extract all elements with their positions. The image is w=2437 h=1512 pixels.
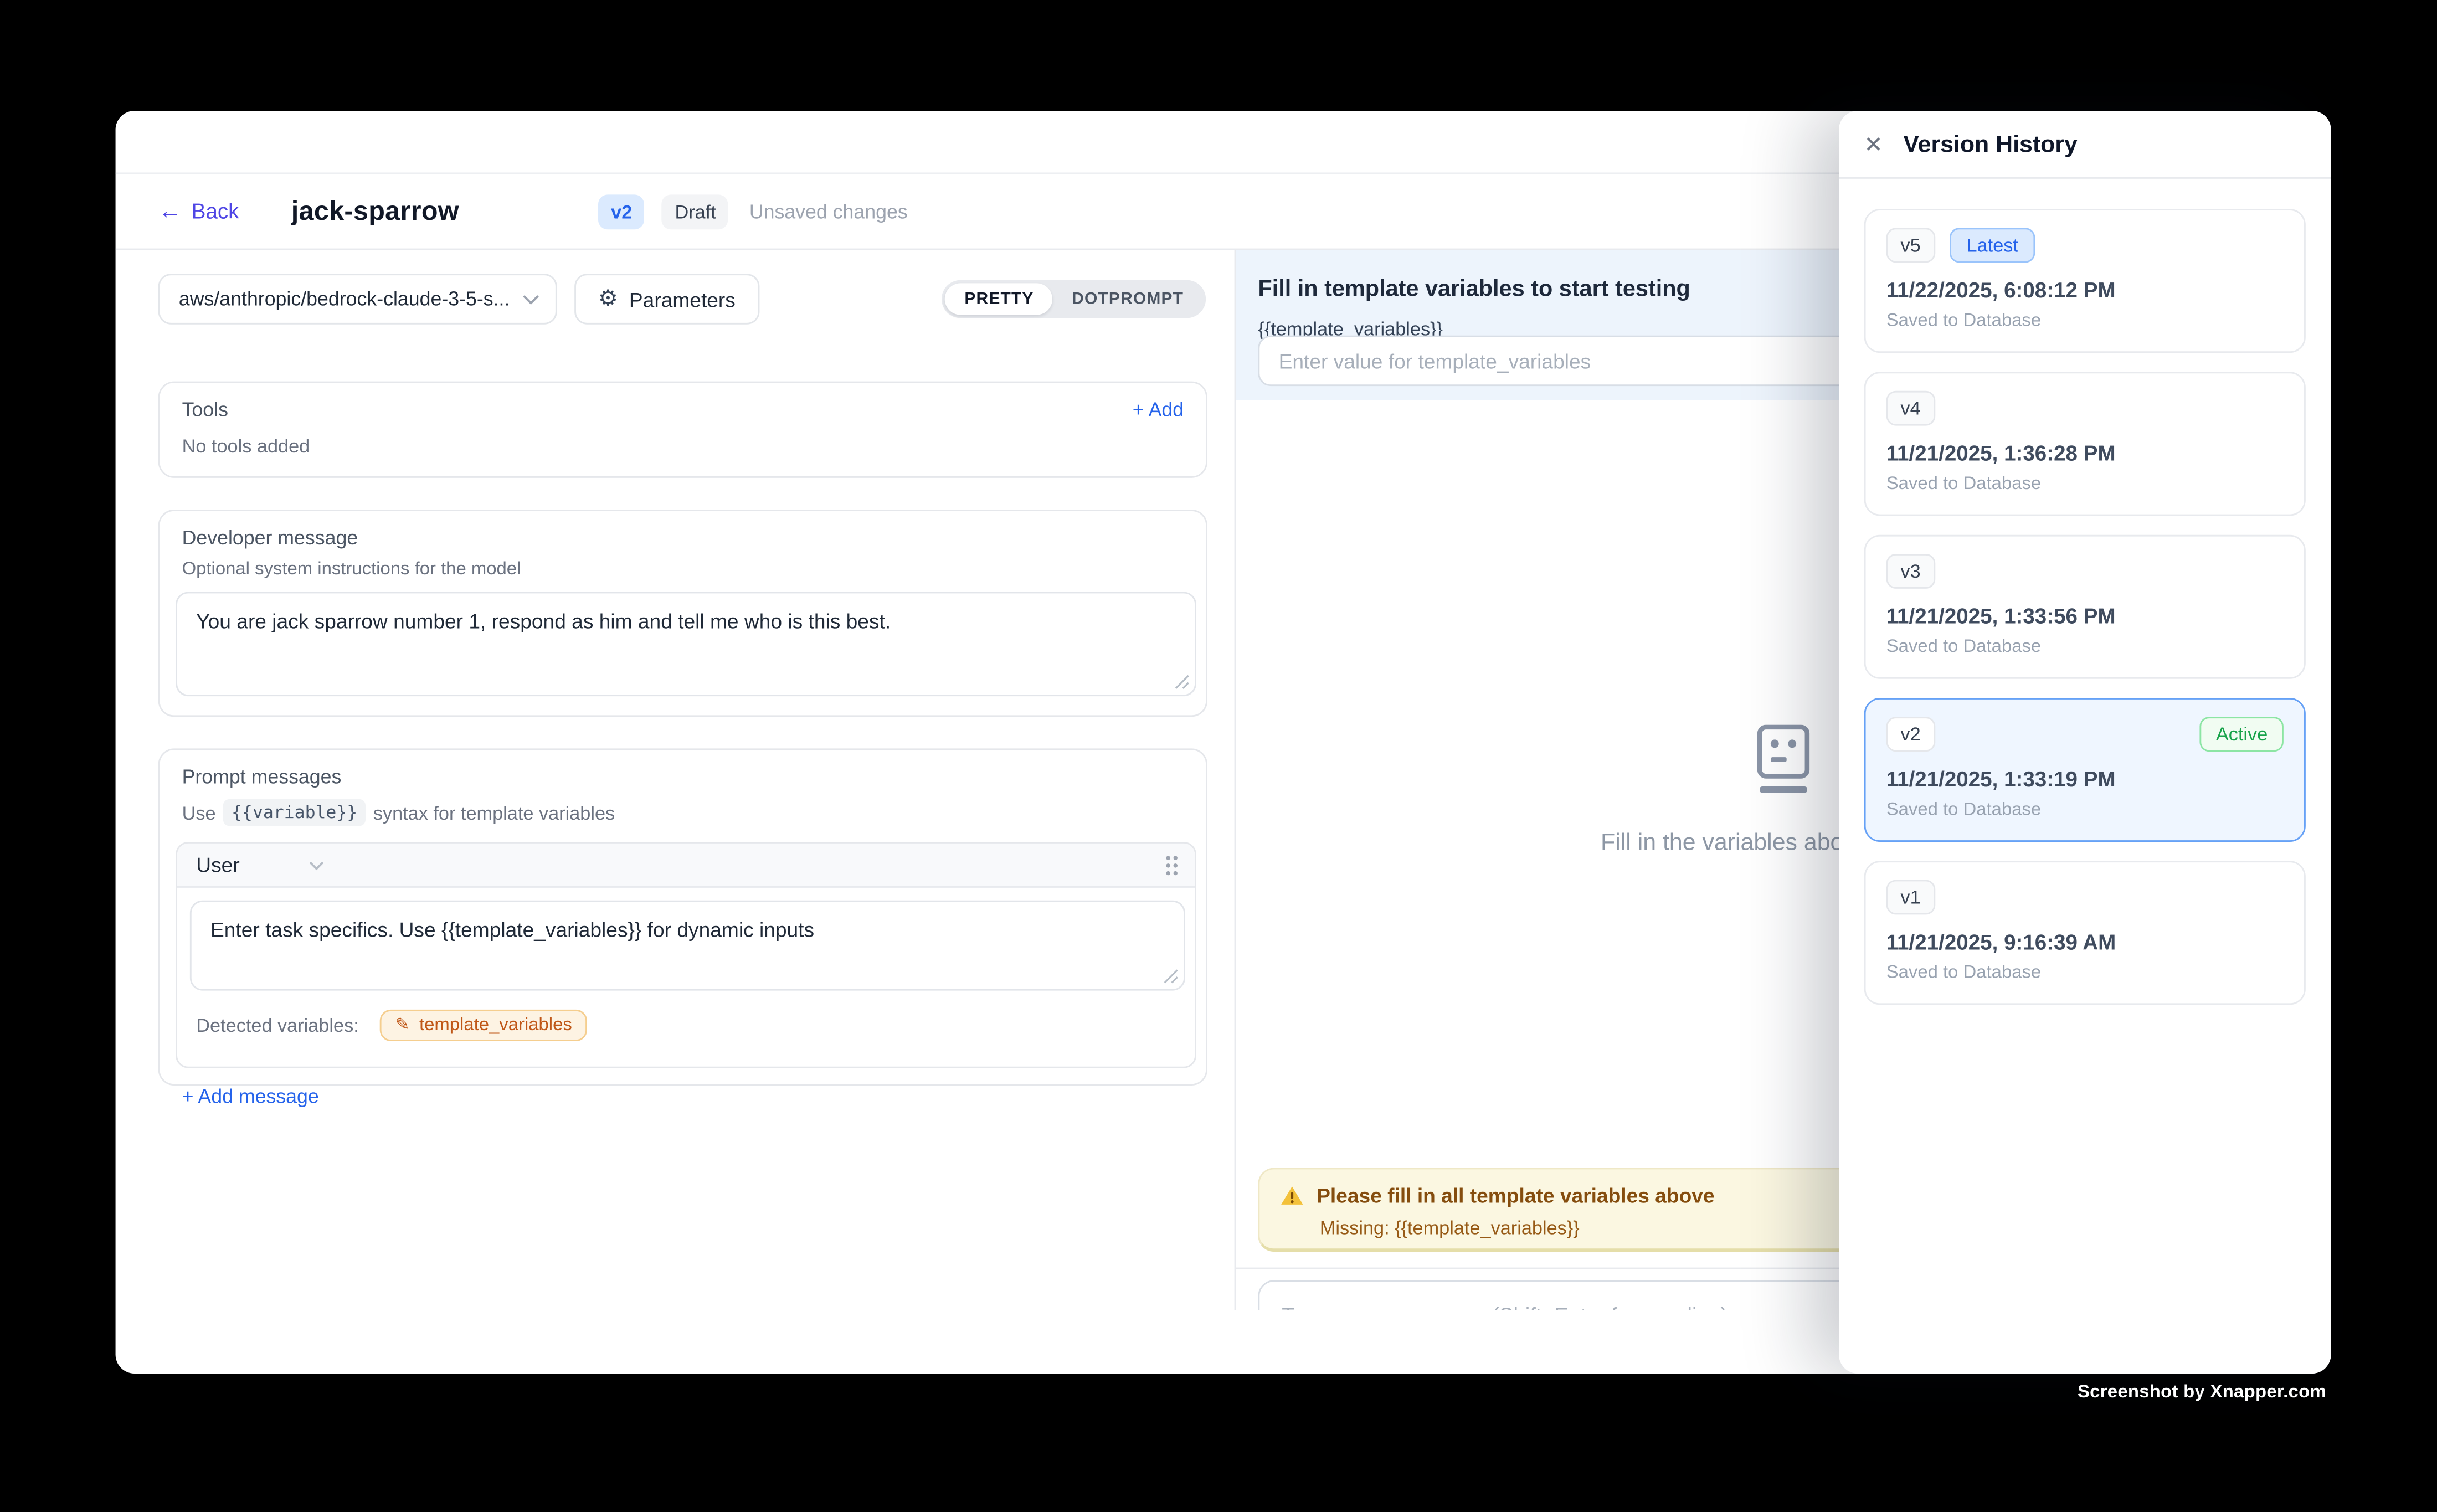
version-card-v1[interactable]: v1 11/21/2025, 9:16:39 AM Saved to Datab… — [1864, 861, 2306, 1005]
role-select[interactable]: User — [196, 853, 325, 877]
version-timestamp: 11/21/2025, 1:36:28 PM — [1886, 441, 2284, 465]
version-card-v2-active[interactable]: v2 Active 11/21/2025, 1:33:19 PM Saved t… — [1864, 698, 2306, 842]
role-select-value: User — [196, 853, 239, 877]
version-card-v5[interactable]: v5 Latest 11/22/2025, 6:08:12 PM Saved t… — [1864, 209, 2306, 353]
add-message-button[interactable]: + Add message — [182, 1086, 319, 1108]
model-select-value: aws/anthropic/bedrock-claude-3-5-s... — [179, 288, 510, 310]
parameters-button[interactable]: ⚙ Parameters — [574, 274, 759, 324]
version-timestamp: 11/21/2025, 1:33:56 PM — [1886, 604, 2284, 628]
version-card-v4[interactable]: v4 11/21/2025, 1:36:28 PM Saved to Datab… — [1864, 372, 2306, 516]
version-status: Saved to Database — [1886, 801, 2284, 820]
back-button[interactable]: ← Back — [158, 199, 239, 223]
latest-badge: Latest — [1949, 228, 2035, 263]
detected-variables-label: Detected variables: — [196, 1014, 359, 1036]
template-variable-pill[interactable]: ✎ template_variables — [379, 1010, 588, 1041]
xnapper-watermark: Screenshot by Xnapper.com — [2078, 1383, 2326, 1402]
back-arrow-icon: ← — [158, 199, 182, 223]
back-label: Back — [192, 199, 239, 223]
tools-empty-text: No tools added — [182, 435, 1184, 457]
add-tool-button[interactable]: + Add — [1133, 399, 1184, 421]
version-timestamp: 11/21/2025, 1:33:19 PM — [1886, 768, 2284, 791]
version-status: Saved to Database — [1886, 637, 2284, 656]
variable-syntax-chip: {{variable}} — [224, 799, 366, 826]
toggle-dotprompt[interactable]: DOTPROMPT — [1053, 283, 1203, 315]
robot-icon — [1752, 725, 1815, 795]
warning-triangle-icon — [1280, 1185, 1304, 1206]
version-status: Saved to Database — [1886, 312, 2284, 331]
prompt-messages-card: Prompt messages Use {{variable}} syntax … — [158, 748, 1207, 1086]
version-history-panel: ✕ Version History v5 Latest 11/22/2025, … — [1839, 111, 2331, 1374]
version-card-v3[interactable]: v3 11/21/2025, 1:33:56 PM Saved to Datab… — [1864, 535, 2306, 679]
page-title: jack-sparrow — [291, 196, 459, 227]
version-number-badge: v4 — [1886, 391, 1935, 426]
prompt-message-block: User — [176, 842, 1196, 1068]
chevron-down-icon — [309, 860, 325, 870]
gear-icon: ⚙ — [598, 288, 618, 310]
version-history-title: Version History — [1903, 131, 2077, 158]
tools-card: Tools + Add No tools added — [158, 382, 1207, 478]
chevron-down-icon — [522, 294, 539, 305]
developer-message-subtext: Optional system instructions for the mod… — [182, 560, 1184, 579]
message-role-header: User — [177, 844, 1195, 888]
message-body: Enter task specifics. Use {{template_var… — [177, 888, 1195, 1067]
drag-handle-icon[interactable] — [1165, 853, 1179, 876]
pencil-icon: ✎ — [395, 1017, 410, 1034]
prompt-message-textarea[interactable]: Enter task specifics. Use {{template_var… — [190, 901, 1185, 991]
screenshot-stage: ← Back jack-sparrow v2 Draft Unsaved cha… — [0, 0, 2437, 1512]
version-timestamp: 11/21/2025, 9:16:39 AM — [1886, 930, 2284, 954]
toggle-pretty[interactable]: PRETTY — [945, 283, 1053, 315]
syntax-hint: Use {{variable}} syntax for template var… — [182, 799, 1184, 826]
template-variable-placeholder: Enter value for template_variables — [1279, 349, 1591, 373]
active-badge: Active — [2200, 717, 2284, 752]
parameters-label: Parameters — [629, 287, 736, 311]
developer-message-label: Developer message — [182, 527, 1184, 549]
version-number-badge: v5 — [1886, 228, 1935, 263]
developer-message-card: Developer message Optional system instru… — [158, 510, 1207, 717]
unsaved-changes-label: Unsaved changes — [749, 200, 908, 222]
tools-label: Tools — [182, 399, 228, 421]
close-icon[interactable]: ✕ — [1864, 133, 1883, 155]
chat-message-placeholder: Type your message... (Shift+Enter for ne… — [1282, 1304, 1728, 1310]
version-history-header: ✕ Version History — [1839, 111, 2331, 179]
version-history-list: v5 Latest 11/22/2025, 6:08:12 PM Saved t… — [1839, 179, 2331, 1035]
version-status: Saved to Database — [1886, 475, 2284, 493]
detected-variables-row: Detected variables: ✎ template_variables — [190, 1003, 1182, 1053]
version-badge: v2 — [598, 194, 645, 229]
warning-title: Please fill in all template variables ab… — [1317, 1184, 1714, 1207]
resize-handle-icon[interactable] — [1174, 674, 1190, 690]
header-badges: v2 Draft Unsaved changes — [598, 194, 907, 229]
model-toolbar: aws/anthropic/bedrock-claude-3-5-s... ⚙ … — [158, 274, 1206, 324]
prompt-messages-label: Prompt messages — [182, 766, 1184, 788]
version-number-badge: v1 — [1886, 880, 1935, 915]
resize-handle-icon[interactable] — [1163, 969, 1179, 985]
version-number-badge: v2 — [1886, 717, 1935, 752]
model-select[interactable]: aws/anthropic/bedrock-claude-3-5-s... — [158, 274, 557, 324]
developer-message-textarea[interactable]: You are jack sparrow number 1, respond a… — [176, 592, 1196, 697]
version-number-badge: v3 — [1886, 554, 1935, 589]
draft-badge: Draft — [662, 194, 729, 229]
version-status: Saved to Database — [1886, 964, 2284, 983]
version-timestamp: 11/22/2025, 6:08:12 PM — [1886, 279, 2284, 302]
config-panel: aws/anthropic/bedrock-claude-3-5-s... ⚙ … — [116, 250, 1236, 1310]
format-toggle: PRETTY DOTPROMPT — [942, 280, 1206, 318]
